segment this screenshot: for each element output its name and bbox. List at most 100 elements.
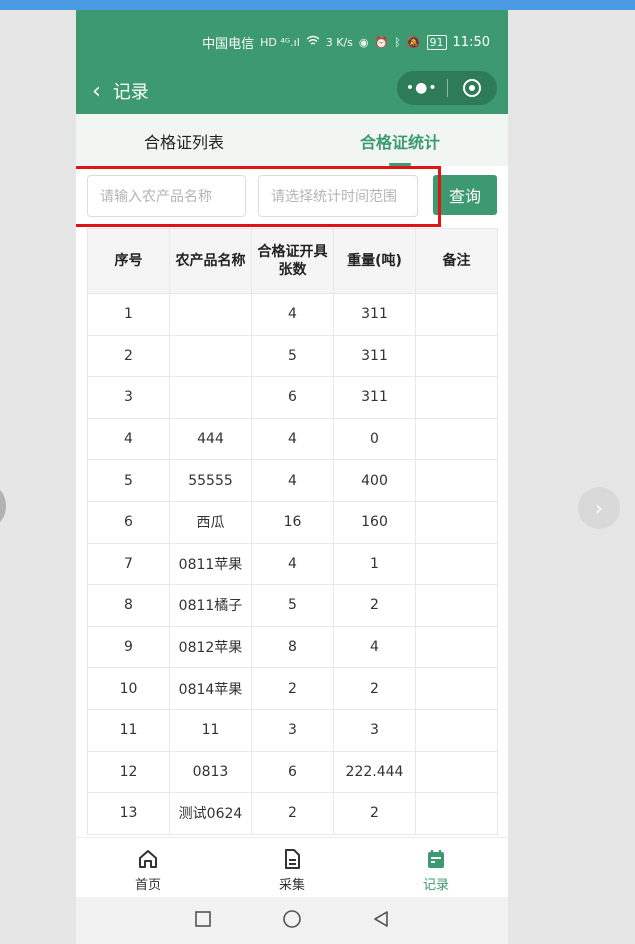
cell-index: 8	[87, 584, 170, 627]
cell-index: 7	[87, 542, 170, 586]
table-row: 7 0811苹果 4 1	[87, 542, 498, 586]
document-icon	[281, 848, 303, 870]
cell-certificate-count: 4	[251, 293, 334, 336]
back-triangle-button[interactable]	[372, 910, 390, 932]
tabbar-label-home: 首页	[134, 878, 161, 893]
cell-product-name: 0811苹果	[169, 542, 252, 586]
page-title: 记录	[112, 82, 149, 103]
table-row: 10 0814苹果 2 2	[87, 667, 498, 710]
phone-screen: 中国电信 HD ⁴ᴳ.ıl 3 K/s ◉ ⏰ ᛒ 🔕 91 11:50 ‹ 记…	[76, 10, 508, 944]
cell-index: 5	[87, 459, 170, 502]
cell-index: 4	[87, 417, 170, 461]
tabbar-item-records[interactable]: 记录	[364, 838, 508, 897]
cell-index: 9	[87, 625, 170, 669]
cell-certificate-count: 4	[251, 459, 334, 502]
network-speed: 3 K/s	[325, 35, 353, 49]
cell-weight: 400	[333, 459, 416, 502]
tab-certificate-list[interactable]: 合格证列表	[76, 114, 292, 166]
cell-certificate-count: 6	[251, 376, 334, 419]
bluetooth-icon: ᛒ	[394, 35, 401, 49]
cell-certificate-count: 6	[251, 750, 334, 794]
cell-weight: 311	[333, 293, 416, 336]
cell-remark	[415, 459, 498, 502]
cell-remark	[415, 500, 498, 544]
cell-product-name	[169, 334, 252, 378]
header-weight: 重量(吨)	[333, 228, 416, 294]
cell-certificate-count: 16	[251, 500, 334, 544]
cell-remark	[415, 667, 498, 710]
cell-weight: 3	[333, 708, 416, 752]
table-row: 6 西瓜 16 160	[87, 500, 498, 544]
carrier-label: 中国电信	[202, 36, 255, 52]
table-row: 11 11 3 3	[87, 708, 498, 752]
product-name-input[interactable]: 请输入农产品名称	[87, 175, 246, 217]
cell-product-name: 444	[169, 417, 252, 461]
cell-weight: 311	[333, 334, 416, 378]
cell-remark	[415, 625, 498, 669]
table-row: 5 55555 4 400	[87, 459, 498, 502]
cell-index: 2	[87, 334, 170, 378]
cell-product-name: 西瓜	[169, 500, 252, 544]
cell-weight: 2	[333, 667, 416, 710]
table-row: 9 0812苹果 8 4	[87, 625, 498, 669]
miniprogram-capsule: •●•	[397, 71, 497, 105]
cell-product-name: 0811橘子	[169, 584, 252, 627]
cell-product-name: 测试0624	[169, 792, 252, 835]
cell-product-name: 11	[169, 708, 252, 752]
tabbar-item-collect[interactable]: 采集	[220, 838, 364, 897]
recents-button[interactable]	[194, 910, 212, 932]
cell-weight: 311	[333, 376, 416, 419]
cell-index: 10	[87, 667, 170, 710]
table-row: 2 5 311	[87, 334, 498, 378]
more-menu-button[interactable]: •●•	[397, 80, 447, 96]
cell-remark	[415, 584, 498, 627]
cell-remark	[415, 417, 498, 461]
cell-product-name: 0813	[169, 750, 252, 794]
cell-certificate-count: 4	[251, 542, 334, 586]
cell-weight: 2	[333, 792, 416, 835]
table-row: 1 4 311	[87, 293, 498, 336]
previous-page-button[interactable]	[0, 487, 6, 525]
table-row: 13 测试0624 2 2	[87, 792, 498, 835]
cell-certificate-count: 2	[251, 792, 334, 835]
next-page-button[interactable]: ›	[578, 487, 620, 529]
top-strip	[0, 0, 635, 10]
cell-certificate-count: 4	[251, 417, 334, 461]
table-header-row: 序号 农产品名称 合格证开具张数 重量(吨) 备注	[87, 228, 498, 294]
cell-index: 13	[87, 792, 170, 835]
status-bar: 中国电信 HD ⁴ᴳ.ıl 3 K/s ◉ ⏰ ᛒ 🔕 91 11:50	[76, 10, 508, 74]
cell-product-name: 55555	[169, 459, 252, 502]
home-circle-button[interactable]	[282, 909, 302, 933]
cell-product-name: 0812苹果	[169, 625, 252, 669]
tabbar-item-home[interactable]: 首页	[76, 838, 220, 897]
chevron-right-icon: ›	[595, 496, 603, 520]
tabbar-label-records: 记录	[422, 878, 449, 893]
chevron-left-icon[interactable]: ‹	[92, 79, 101, 104]
cell-index: 3	[87, 376, 170, 419]
close-miniprogram-button[interactable]	[447, 79, 497, 97]
query-button[interactable]: 查询	[433, 175, 497, 215]
cell-index: 1	[87, 293, 170, 336]
cell-certificate-count: 3	[251, 708, 334, 752]
cell-index: 11	[87, 708, 170, 752]
table-row: 3 6 311	[87, 376, 498, 419]
cell-remark	[415, 293, 498, 336]
time-range-picker[interactable]: 请选择统计时间范围	[258, 175, 418, 217]
cell-weight: 222.444	[333, 750, 416, 794]
tab-certificate-statistics[interactable]: 合格证统计	[292, 114, 508, 166]
alarm-icon: ⏰	[374, 35, 389, 49]
cell-remark	[415, 542, 498, 586]
cell-weight: 160	[333, 500, 416, 544]
tabbar-label-collect: 采集	[278, 878, 305, 893]
cell-certificate-count: 5	[251, 334, 334, 378]
header-product-name: 农产品名称	[169, 228, 252, 294]
target-icon	[463, 79, 482, 97]
cell-index: 6	[87, 500, 170, 544]
location-icon: ◉	[358, 35, 369, 49]
table-row: 12 0813 6 222.444	[87, 750, 498, 794]
cell-product-name	[169, 293, 252, 336]
table-row: 4 444 4 0	[87, 417, 498, 461]
cell-weight: 4	[333, 625, 416, 669]
cell-weight: 1	[333, 542, 416, 586]
cell-remark	[415, 334, 498, 378]
